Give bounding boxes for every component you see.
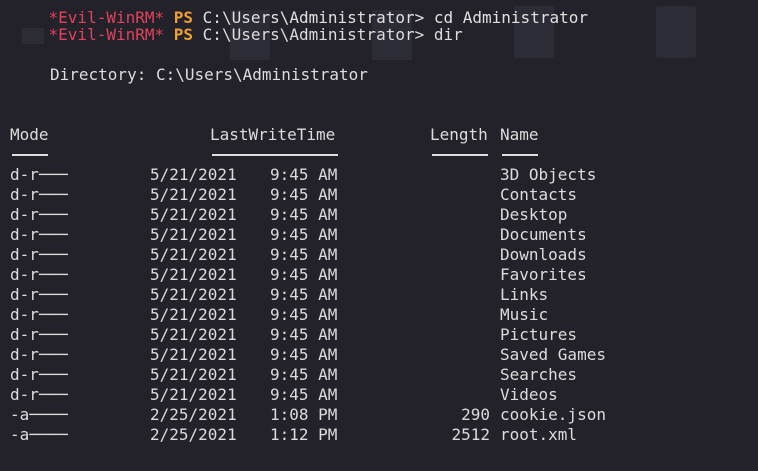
row-name: Contacts bbox=[500, 185, 578, 204]
row-time: 1:08 PM bbox=[270, 405, 338, 424]
row-time: 9:45 AM bbox=[270, 245, 338, 264]
row-mode: d-r─── bbox=[10, 305, 68, 324]
row-name: Links bbox=[500, 285, 549, 304]
row-name: Videos bbox=[500, 385, 558, 404]
row-date: 5/21/2021 bbox=[150, 365, 237, 384]
header-length: Length bbox=[430, 125, 488, 144]
directory-label: Directory: C:\Users\Administrator bbox=[50, 65, 368, 84]
row-mode: d-r─── bbox=[10, 285, 68, 304]
row-mode: d-r─── bbox=[10, 345, 68, 364]
row-name: Saved Games bbox=[500, 345, 606, 364]
row-mode: d-r─── bbox=[10, 245, 68, 264]
row-date: 5/21/2021 bbox=[150, 325, 237, 344]
row-date: 5/21/2021 bbox=[150, 225, 237, 244]
row-date: 5/21/2021 bbox=[150, 385, 237, 404]
header-name: Name bbox=[500, 125, 539, 144]
row-date: 5/21/2021 bbox=[150, 345, 237, 364]
row-date: 5/21/2021 bbox=[150, 305, 237, 324]
row-date: 5/21/2021 bbox=[150, 185, 237, 204]
row-mode: d-r─── bbox=[10, 205, 68, 224]
row-date: 5/21/2021 bbox=[150, 285, 237, 304]
row-name: root.xml bbox=[500, 425, 578, 444]
row-name: Favorites bbox=[500, 265, 587, 284]
row-date: 5/21/2021 bbox=[150, 265, 237, 284]
header-lastwritetime: LastWriteTime bbox=[210, 125, 336, 144]
header-length-underline bbox=[432, 154, 488, 156]
row-length: 290 bbox=[461, 405, 490, 424]
row-name: 3D Objects bbox=[500, 165, 597, 184]
row-date: 5/21/2021 bbox=[150, 245, 237, 264]
row-length: 2512 bbox=[451, 425, 490, 444]
row-date: 2/25/2021 bbox=[150, 425, 237, 444]
row-time: 9:45 AM bbox=[270, 165, 338, 184]
header-mode: Mode bbox=[10, 125, 49, 144]
row-name: Downloads bbox=[500, 245, 587, 264]
header-lastwritetime-underline bbox=[212, 154, 338, 156]
row-date: 5/21/2021 bbox=[150, 205, 237, 224]
row-mode: d-r─── bbox=[10, 325, 68, 344]
row-time: 9:45 AM bbox=[270, 185, 338, 204]
row-name: Searches bbox=[500, 365, 578, 384]
row-name: Documents bbox=[500, 225, 587, 244]
header-name-underline bbox=[502, 154, 538, 156]
row-mode: -a──── bbox=[10, 405, 68, 424]
row-time: 9:45 AM bbox=[270, 345, 338, 364]
command-text: dir bbox=[433, 25, 463, 44]
row-time: 9:45 AM bbox=[270, 225, 338, 244]
row-date: 5/21/2021 bbox=[150, 165, 237, 184]
row-time: 1:12 PM bbox=[270, 425, 338, 444]
row-time: 9:45 AM bbox=[270, 365, 338, 384]
row-time: 9:45 AM bbox=[270, 325, 338, 344]
ghost-file-icon bbox=[656, 6, 696, 58]
prompt-line: *Evil-WinRM* PS C:\Users\Administrator> … bbox=[10, 5, 463, 65]
terminal-window[interactable]: *Evil-WinRM* PS C:\Users\Administrator> … bbox=[0, 0, 758, 471]
prompt-tag: *Evil-WinRM* bbox=[48, 25, 165, 44]
row-mode: d-r─── bbox=[10, 385, 68, 404]
prompt-path: C:\Users\Administrator> bbox=[202, 25, 425, 44]
row-mode: d-r─── bbox=[10, 265, 68, 284]
row-mode: d-r─── bbox=[10, 225, 68, 244]
row-time: 9:45 AM bbox=[270, 265, 338, 284]
row-name: cookie.json bbox=[500, 405, 606, 424]
row-name: Desktop bbox=[500, 205, 568, 224]
row-name: Music bbox=[500, 305, 549, 324]
header-mode-underline bbox=[12, 154, 48, 156]
row-mode: d-r─── bbox=[10, 165, 68, 184]
row-mode: d-r─── bbox=[10, 365, 68, 384]
row-time: 9:45 AM bbox=[270, 305, 338, 324]
row-mode: d-r─── bbox=[10, 185, 68, 204]
row-time: 9:45 AM bbox=[270, 285, 338, 304]
row-name: Pictures bbox=[500, 325, 578, 344]
row-date: 2/25/2021 bbox=[150, 405, 237, 424]
row-mode: -a──── bbox=[10, 425, 68, 444]
ps-label: PS bbox=[173, 25, 194, 44]
row-time: 9:45 AM bbox=[270, 385, 338, 404]
row-time: 9:45 AM bbox=[270, 205, 338, 224]
